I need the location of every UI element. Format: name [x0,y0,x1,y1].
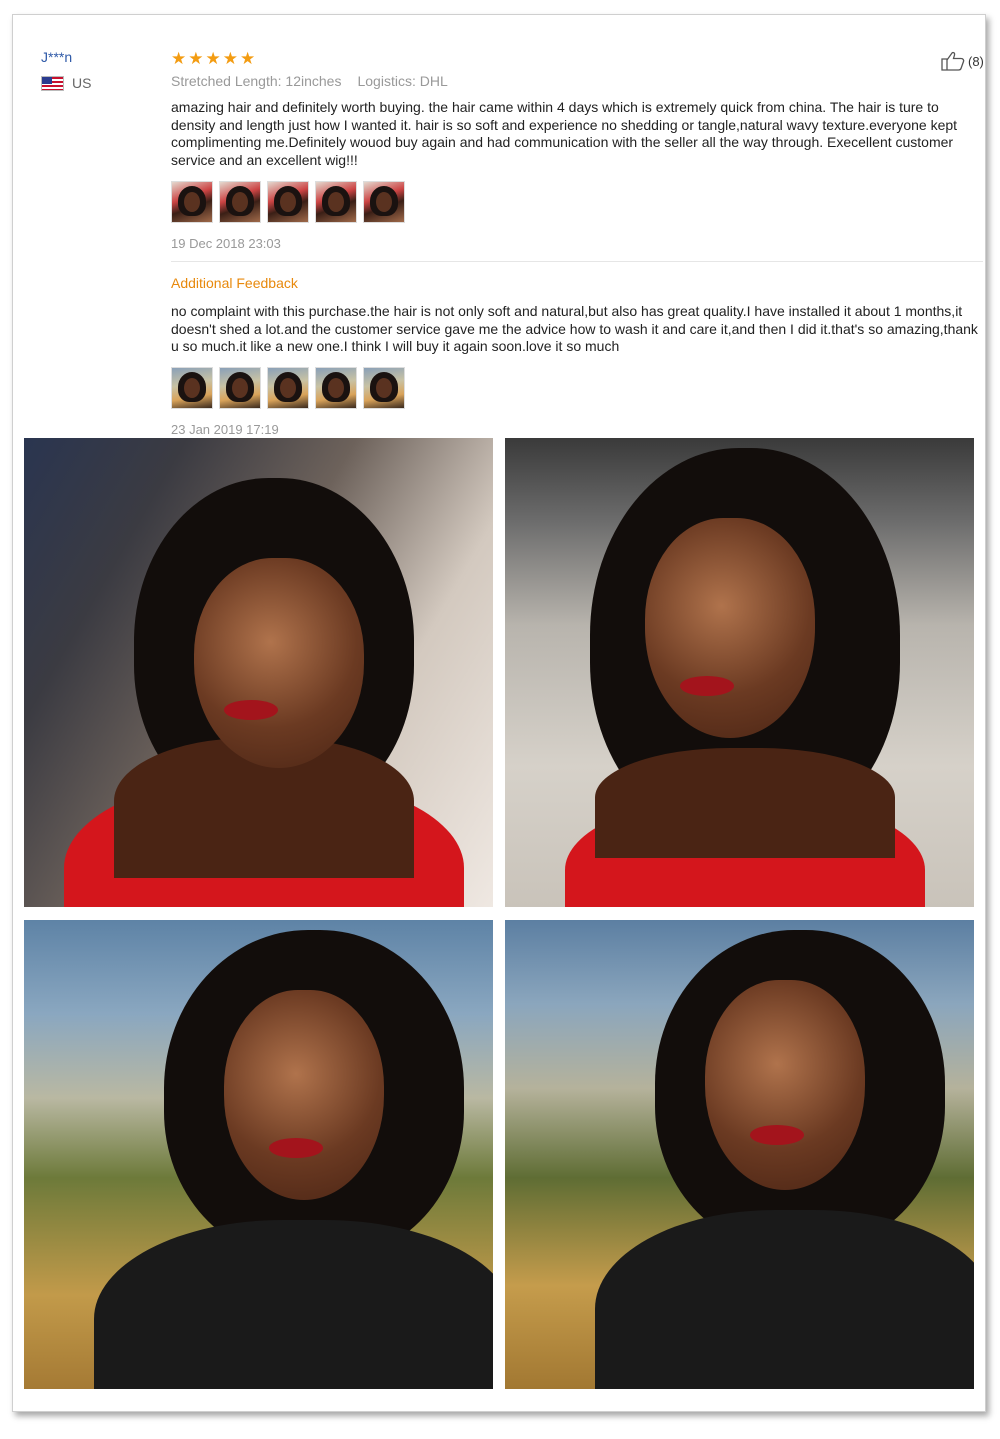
divider [171,260,983,262]
review-meta: Stretched Length: 12inches Logistics: DH… [171,73,983,89]
additional-feedback-title: Additional Feedback [171,274,298,291]
star-rating: ★ ★ ★ ★ ★ [171,49,983,68]
review-photo-thumbnail[interactable] [315,180,357,223]
review-photo-thumbnail[interactable] [267,180,309,223]
review-photo-large[interactable] [24,438,493,907]
review-thumbnails [171,180,983,223]
review-card: J***n US (8) ★ ★ ★ ★ ★ Stretched Length:… [12,14,986,1412]
star-icon: ★ [240,49,256,68]
review-photo-thumbnail[interactable] [363,180,405,223]
additional-feedback-date: 23 Jan 2019 17:19 [171,421,279,437]
review-photo-thumbnail[interactable] [219,180,261,223]
additional-photo-thumbnail[interactable] [171,366,213,409]
review-date: 19 Dec 2018 23:03 [171,235,281,251]
logistics: Logistics: DHL [357,73,448,89]
additional-thumbnails [171,366,983,409]
reviewer-country: US [41,75,91,91]
star-icon: ★ [188,49,204,68]
reviewer-name[interactable]: J***n [41,49,91,65]
country-label: US [72,75,92,91]
additional-photo-thumbnail[interactable] [315,366,357,409]
review-photo-large[interactable] [505,438,974,907]
review-photo-large[interactable] [24,920,493,1389]
additional-photo-thumbnail[interactable] [219,366,261,409]
review-photo-large[interactable] [505,920,974,1389]
us-flag-icon [41,75,64,91]
star-icon: ★ [222,49,238,68]
review-body: ★ ★ ★ ★ ★ Stretched Length: 12inches Log… [171,49,983,437]
additional-feedback-text: no complaint with this purchase.the hair… [171,302,978,355]
review-text: amazing hair and definitely worth buying… [171,99,958,169]
star-icon: ★ [171,49,187,68]
additional-photo-thumbnail[interactable] [267,366,309,409]
additional-photo-thumbnail[interactable] [363,366,405,409]
review-photo-thumbnail[interactable] [171,180,213,223]
reviewer-info: J***n US [41,49,91,91]
stretched-length: Stretched Length: 12inches [171,73,342,89]
star-icon: ★ [205,49,221,68]
